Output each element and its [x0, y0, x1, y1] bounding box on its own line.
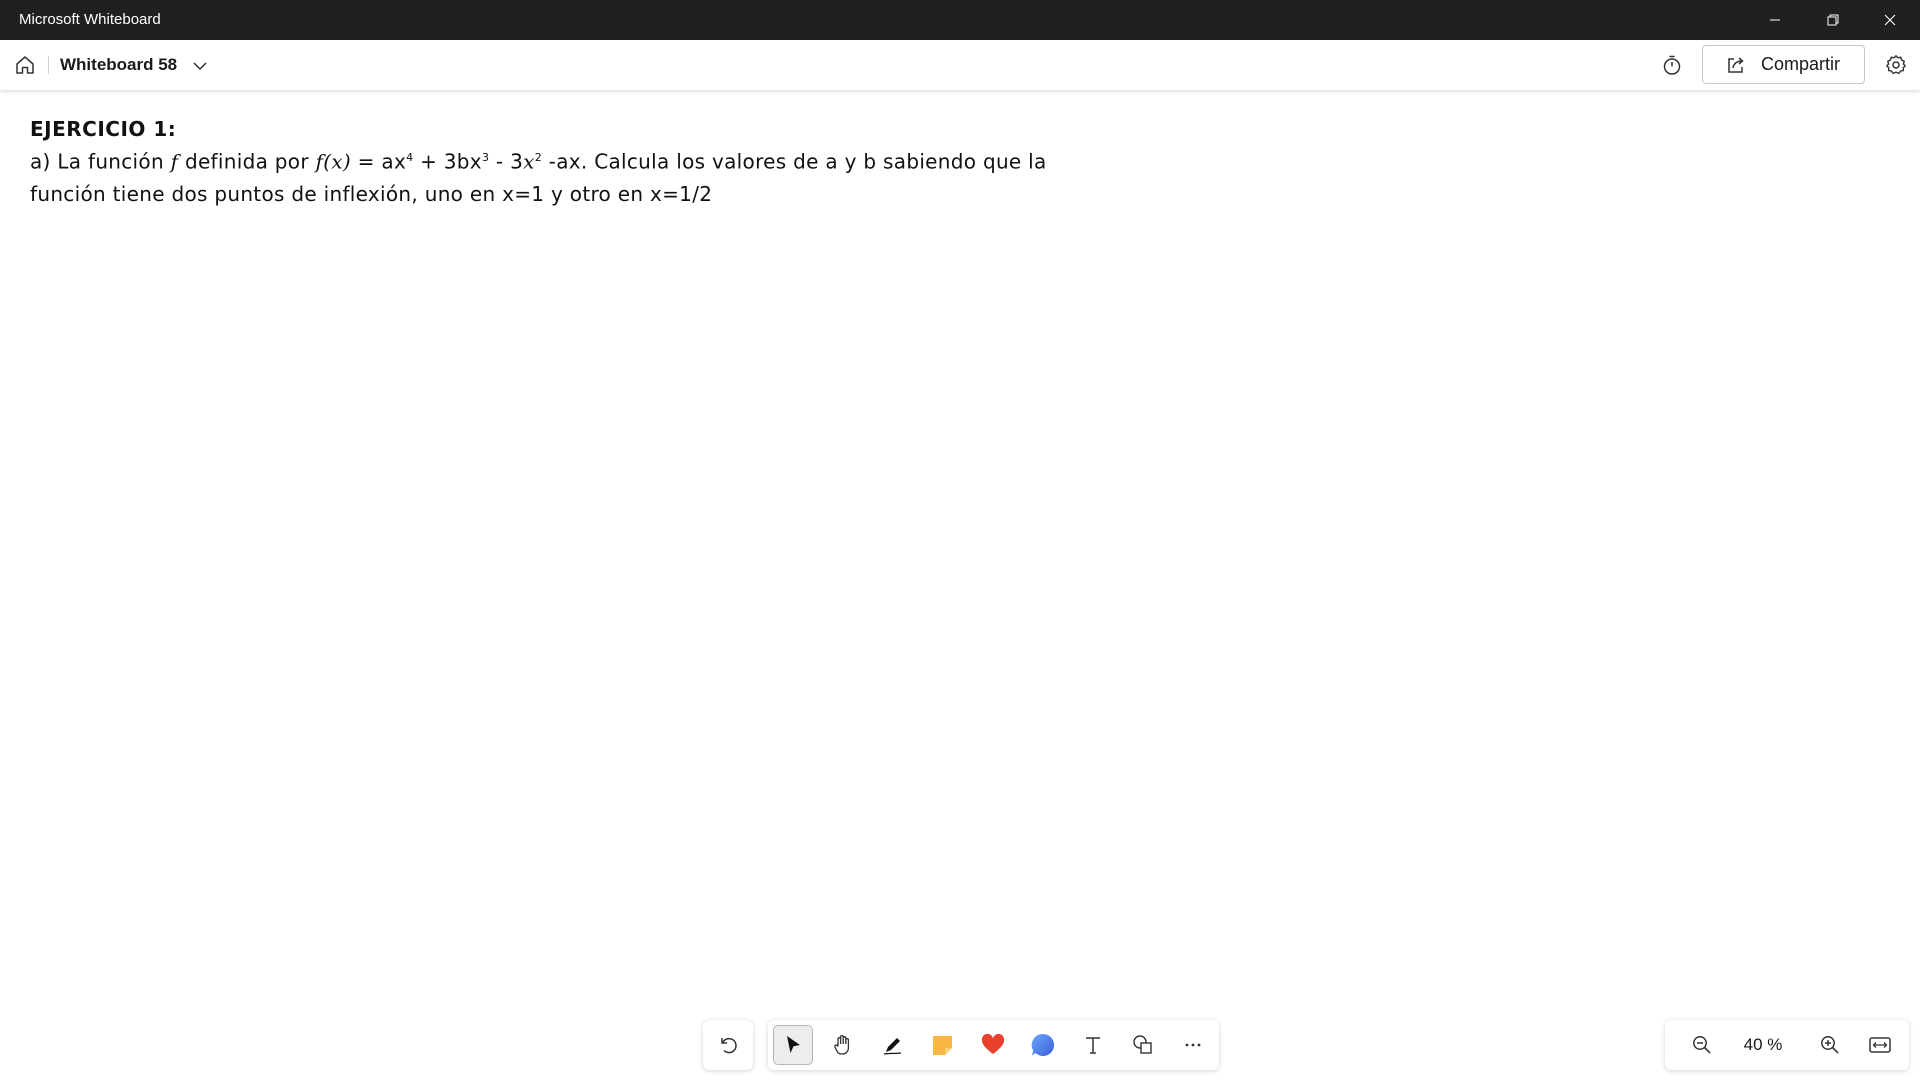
more-icon	[1185, 1043, 1201, 1047]
reactions-tool[interactable]	[973, 1025, 1013, 1065]
title-bar: Microsoft Whiteboard	[0, 0, 1920, 40]
line1-x: x	[523, 149, 535, 174]
exponent-3: 2	[534, 151, 543, 164]
zoom-in-icon	[1821, 1036, 1839, 1054]
share-button[interactable]: Compartir	[1702, 45, 1865, 84]
board-title[interactable]: Whiteboard 58	[60, 55, 177, 75]
text-icon	[1086, 1037, 1100, 1054]
header-divider	[48, 56, 49, 74]
sticky-note-tool[interactable]	[923, 1025, 963, 1065]
more-tools-button[interactable]	[1173, 1025, 1213, 1065]
line1-text-d: + 3bx	[413, 149, 482, 174]
fit-screen-icon	[1869, 1037, 1891, 1053]
sticky-note-icon	[933, 1036, 952, 1055]
home-icon	[16, 56, 34, 74]
line1-text-b: definida por	[178, 149, 316, 174]
app-title: Microsoft Whiteboard	[19, 11, 161, 28]
select-pointer-icon	[787, 1036, 800, 1053]
exercise-line-1: a) La función f definida por f(x) = ax4 …	[30, 142, 1150, 178]
select-tool[interactable]	[773, 1025, 813, 1065]
pen-icon	[883, 1038, 902, 1055]
zoom-controls: 40 %	[1665, 1020, 1909, 1070]
exercise-heading: EJERCICIO 1:	[30, 117, 177, 141]
chevron-down-icon	[193, 62, 207, 71]
minimize-button[interactable]	[1747, 0, 1803, 40]
line1-text-f: -ax. Calcula los valores de a y b sabien…	[542, 149, 1047, 174]
line1-text-e: - 3	[489, 149, 524, 174]
fit-to-screen-button[interactable]	[1865, 1030, 1895, 1060]
line1-fx: f(x)	[315, 149, 352, 174]
line1-text-c: = ax	[351, 149, 407, 174]
gear-icon	[1886, 55, 1906, 75]
timer-button[interactable]	[1658, 51, 1686, 79]
share-label: Compartir	[1761, 54, 1841, 74]
zoom-in-button[interactable]	[1815, 1030, 1845, 1060]
board-menu-button[interactable]	[190, 56, 210, 76]
zoom-out-icon	[1693, 1036, 1711, 1054]
close-icon	[1884, 14, 1896, 26]
undo-button[interactable]	[703, 1020, 753, 1070]
exercise-line-2: función tiene dos puntos de inflexión, u…	[30, 181, 713, 206]
whiteboard-canvas[interactable]: EJERCICIO 1: a) La función f definida po…	[0, 90, 1920, 1080]
line1-text-a: a) La función	[30, 149, 171, 174]
share-icon	[1725, 54, 1747, 76]
close-button[interactable]	[1862, 0, 1918, 40]
app-header: Whiteboard 58 Compartir	[0, 40, 1920, 90]
comment-tool[interactable]	[1023, 1025, 1063, 1065]
comment-bubble-icon	[1031, 1033, 1055, 1056]
exercise-text-block[interactable]: EJERCICIO 1: a) La función f definida po…	[30, 116, 1150, 210]
zoom-level[interactable]: 40 %	[1725, 1034, 1801, 1056]
shapes-tool[interactable]	[1123, 1025, 1163, 1065]
text-tool[interactable]	[1073, 1025, 1113, 1065]
reaction-heart-icon	[981, 1033, 1005, 1054]
home-button[interactable]	[12, 52, 38, 78]
minimize-icon	[1770, 19, 1780, 21]
pen-tool[interactable]	[873, 1025, 913, 1065]
pan-tool[interactable]	[823, 1025, 863, 1065]
shapes-icon	[1133, 1035, 1152, 1054]
zoom-out-button[interactable]	[1687, 1030, 1717, 1060]
settings-button[interactable]	[1882, 51, 1910, 79]
undo-icon	[721, 1037, 737, 1054]
restore-button[interactable]	[1805, 0, 1861, 40]
creation-toolbar	[768, 1020, 1219, 1070]
restore-icon	[1827, 14, 1839, 26]
timer-icon	[1663, 55, 1681, 75]
hand-pan-icon	[834, 1035, 850, 1055]
